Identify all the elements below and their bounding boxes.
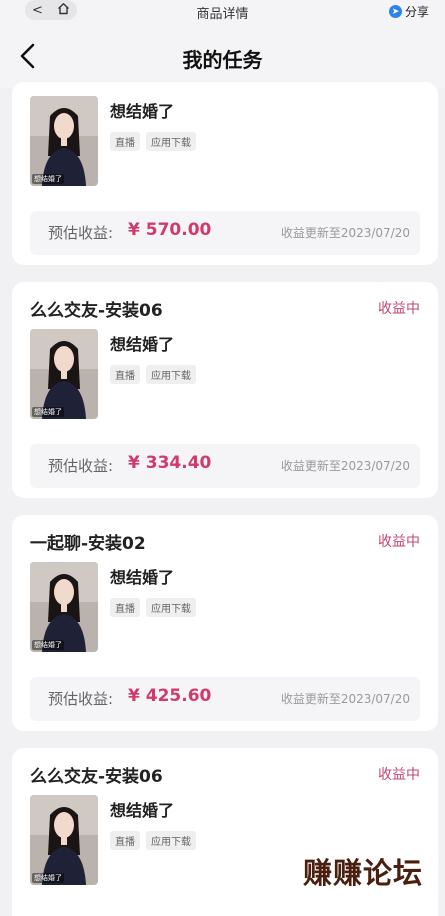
- task-card[interactable]: 想结婚了 想结婚了 直播 应用下载 预估收益: ¥ 570.00 收益更新至20…: [12, 82, 438, 265]
- tag: 直播: [110, 598, 140, 617]
- tag-list: 直播 应用下载: [110, 365, 196, 384]
- task-thumbnail[interactable]: 想结婚了: [30, 562, 98, 652]
- earnings-row: 预估收益: ¥ 334.40 收益更新至2023/07/20: [30, 444, 420, 488]
- task-thumbnail[interactable]: 想结婚了: [30, 96, 98, 186]
- thumbnail-caption: 想结婚了: [32, 174, 64, 184]
- earnings-update-date: 收益更新至2023/07/20: [280, 459, 410, 473]
- earnings-row: 预估收益: ¥ 570.00 收益更新至2023/07/20: [30, 211, 420, 255]
- item-name: 想结婚了: [110, 568, 175, 587]
- tag-list: 直播 应用下载: [110, 132, 196, 151]
- earnings-value: ¥ 334.40: [128, 453, 212, 473]
- tag: 应用下载: [146, 831, 196, 850]
- tag: 应用下载: [146, 365, 196, 384]
- earnings-update-date: 收益更新至2023/07/20: [280, 226, 410, 240]
- earnings-row: 预估收益: ¥ 425.60 收益更新至2023/07/20: [30, 677, 420, 721]
- tag: 直播: [110, 132, 140, 151]
- share-button[interactable]: ➤ 分享: [388, 3, 429, 20]
- item-name: 想结婚了: [110, 102, 175, 121]
- watermark-text: 赚赚论坛: [302, 856, 423, 890]
- page-header: 我的任务: [0, 24, 445, 88]
- thumbnail-caption: 想结婚了: [32, 407, 64, 417]
- earnings-update-date: 收益更新至2023/07/20: [280, 692, 410, 706]
- task-thumbnail[interactable]: 想结婚了: [30, 329, 98, 419]
- tag: 应用下载: [146, 132, 196, 151]
- share-icon: ➤: [388, 5, 402, 18]
- task-thumbnail[interactable]: 想结婚了: [30, 795, 98, 885]
- task-card[interactable]: 一起聊-安装02 收益中 想结婚了 想结婚了 直播 应用下载 预估收益: ¥ 4…: [12, 515, 438, 731]
- earnings-label: 预估收益:: [48, 457, 114, 475]
- tag-list: 直播 应用下载: [110, 598, 196, 617]
- task-card[interactable]: 么么交友-安装06 收益中 想结婚了 想结婚了 直播 应用下载 预估收益: ¥ …: [12, 282, 438, 498]
- tag: 直播: [110, 831, 140, 850]
- tag-list: 直播 应用下载: [110, 831, 196, 850]
- status-badge: 收益中: [378, 301, 420, 317]
- status-badge: 收益中: [378, 534, 420, 550]
- mini-program-title: 商品详情: [196, 7, 249, 22]
- mini-program-bar: < 商品详情 ➤ 分享: [0, 0, 445, 24]
- task-title: 一起聊-安装02: [30, 534, 146, 554]
- tag: 直播: [110, 365, 140, 384]
- share-label: 分享: [404, 5, 429, 19]
- task-title: 么么交友-安装06: [30, 767, 163, 787]
- earnings-value: ¥ 425.60: [128, 686, 212, 706]
- earnings-label: 预估收益:: [48, 224, 114, 242]
- status-badge: 收益中: [378, 767, 420, 783]
- thumbnail-caption: 想结婚了: [32, 873, 64, 883]
- item-name: 想结婚了: [110, 801, 175, 820]
- task-title: 么么交友-安装06: [30, 301, 163, 321]
- tag: 应用下载: [146, 598, 196, 617]
- thumbnail-caption: 想结婚了: [32, 640, 64, 650]
- item-name: 想结婚了: [110, 335, 175, 354]
- page-title: 我的任务: [182, 48, 263, 72]
- earnings-label: 预估收益:: [48, 690, 114, 708]
- earnings-value: ¥ 570.00: [128, 220, 212, 240]
